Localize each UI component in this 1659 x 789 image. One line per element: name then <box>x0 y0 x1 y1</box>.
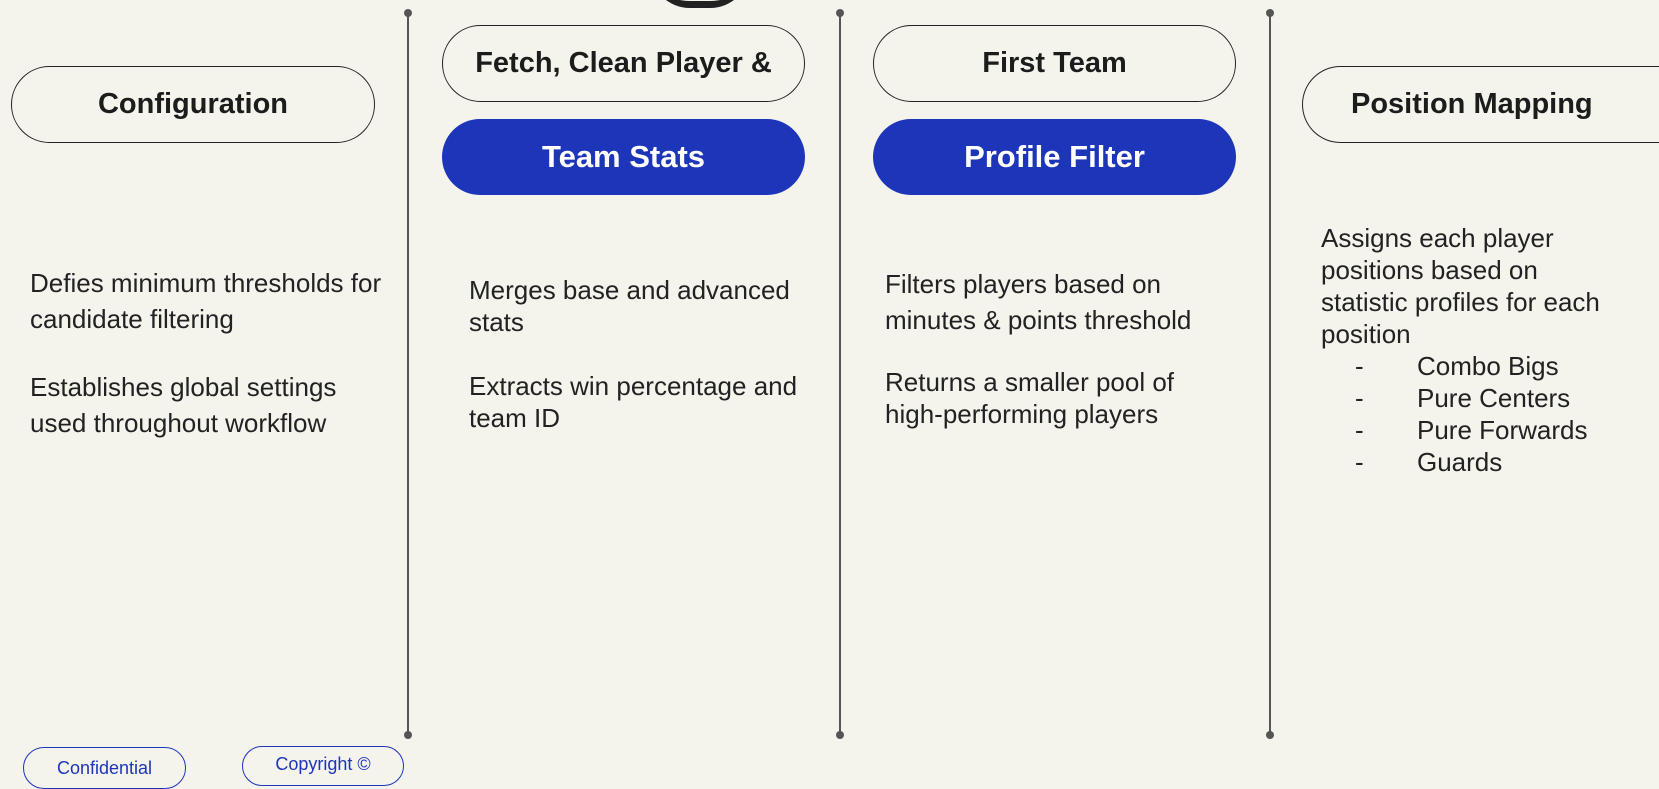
fetch-clean-paragraph: Merges base and advanced stats <box>469 275 790 337</box>
configuration-paragraph: Establishes global settings used through… <box>30 372 337 438</box>
position-list: - Combo Bigs - Pure Centers - Pure Forwa… <box>1321 350 1611 478</box>
profile-filter-title-pill: Profile Filter <box>873 119 1236 195</box>
fetch-clean-paragraph: Extracts win percentage and team ID <box>469 371 798 433</box>
profile-filter-paragraph: Filters players based on minutes & point… <box>885 269 1192 335</box>
configuration-title-pill: Configuration <box>11 66 375 143</box>
profile-filter-description: Filters players based on minutes & point… <box>885 266 1225 430</box>
bullet-marker: - <box>1355 383 1364 413</box>
position-mapping-description: Assigns each player positions based on s… <box>1321 222 1611 478</box>
bullet-marker: - <box>1355 447 1364 477</box>
bullet-marker: - <box>1355 351 1364 381</box>
position-label: Combo Bigs <box>1417 351 1559 381</box>
column-divider <box>836 9 844 739</box>
position-list-item: - Pure Forwards <box>1321 414 1611 446</box>
team-stats-title-pill: Team Stats <box>442 119 805 195</box>
position-list-item: - Combo Bigs <box>1321 350 1611 382</box>
position-mapping-intro: Assigns each player positions based on s… <box>1321 223 1600 349</box>
top-arc-decoration <box>650 0 750 8</box>
bullet-marker: - <box>1355 415 1364 445</box>
configuration-description: Defies minimum thresholds for candidate … <box>30 265 390 441</box>
profile-filter-paragraph: Returns a smaller pool of high-performin… <box>885 367 1175 429</box>
first-team-title-pill: First Team <box>873 25 1236 102</box>
column-divider <box>1266 9 1274 739</box>
position-list-item: - Guards <box>1321 446 1611 478</box>
position-mapping-title-pill: Position Mapping <box>1302 66 1659 143</box>
position-label: Pure Forwards <box>1417 415 1588 445</box>
position-list-item: - Pure Centers <box>1321 382 1611 414</box>
fetch-clean-title-pill: Fetch, Clean Player & <box>442 25 805 102</box>
configuration-paragraph: Defies minimum thresholds for candidate … <box>30 268 382 334</box>
position-label: Guards <box>1417 447 1503 477</box>
position-label: Pure Centers <box>1417 383 1571 413</box>
column-divider <box>404 9 412 739</box>
copyright-badge: Copyright © <box>242 746 404 786</box>
confidential-badge: Confidential <box>23 747 186 789</box>
fetch-clean-description: Merges base and advanced stats Extracts … <box>469 274 799 434</box>
